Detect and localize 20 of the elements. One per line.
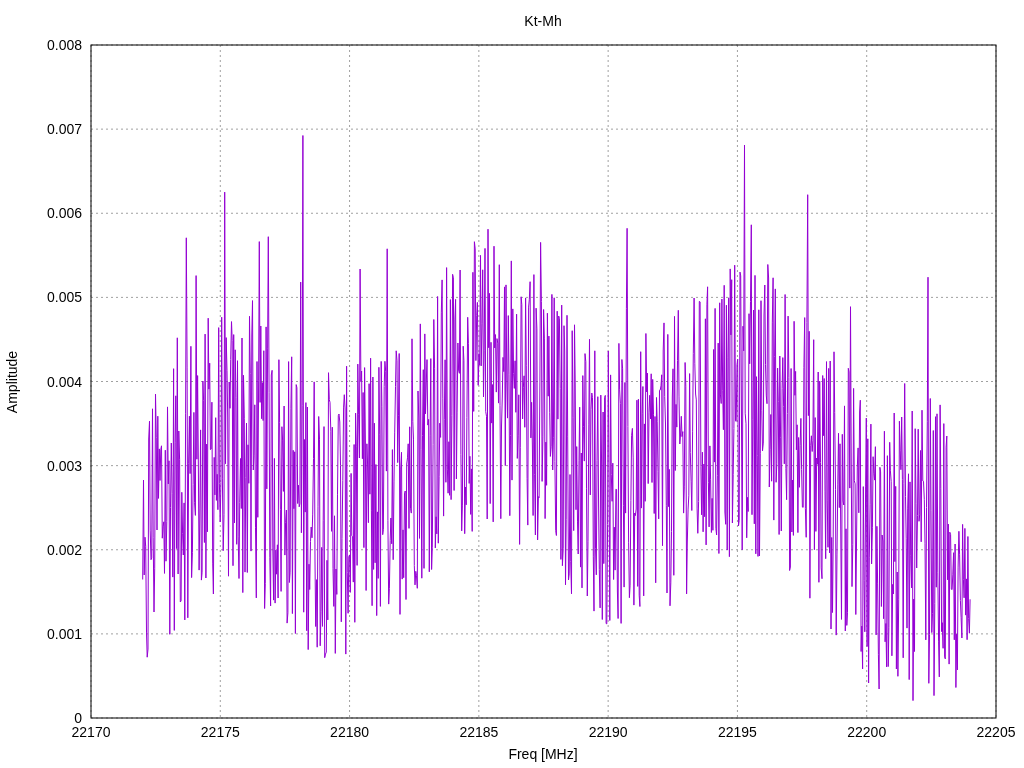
tick-label: 0.006 — [46, 205, 82, 222]
tick-label: 22200 — [847, 724, 887, 740]
tick-label: 0.005 — [46, 289, 82, 306]
tick-label: 22195 — [717, 724, 757, 740]
tick-label: 22185 — [459, 724, 499, 740]
tick-label: 22190 — [588, 724, 628, 740]
chart-title: Kt-Mh — [524, 13, 562, 29]
tick-label: 0.001 — [46, 625, 82, 642]
tick-label: 22180 — [330, 724, 370, 740]
tick-label: 22175 — [200, 724, 240, 740]
tick-label: 0.003 — [46, 457, 82, 474]
tick-label: 0 — [74, 710, 82, 726]
tick-label: 0.007 — [46, 121, 82, 138]
tick-label: 22170 — [71, 724, 111, 740]
tick-label: 0.008 — [46, 37, 82, 53]
axis-title: Amplitude — [4, 350, 20, 414]
tick-label: 0.004 — [46, 373, 82, 390]
tick-label: 22205 — [976, 724, 1016, 740]
tick-label: 0.002 — [46, 541, 82, 558]
axis-title: Freq [MHz] — [508, 746, 578, 762]
